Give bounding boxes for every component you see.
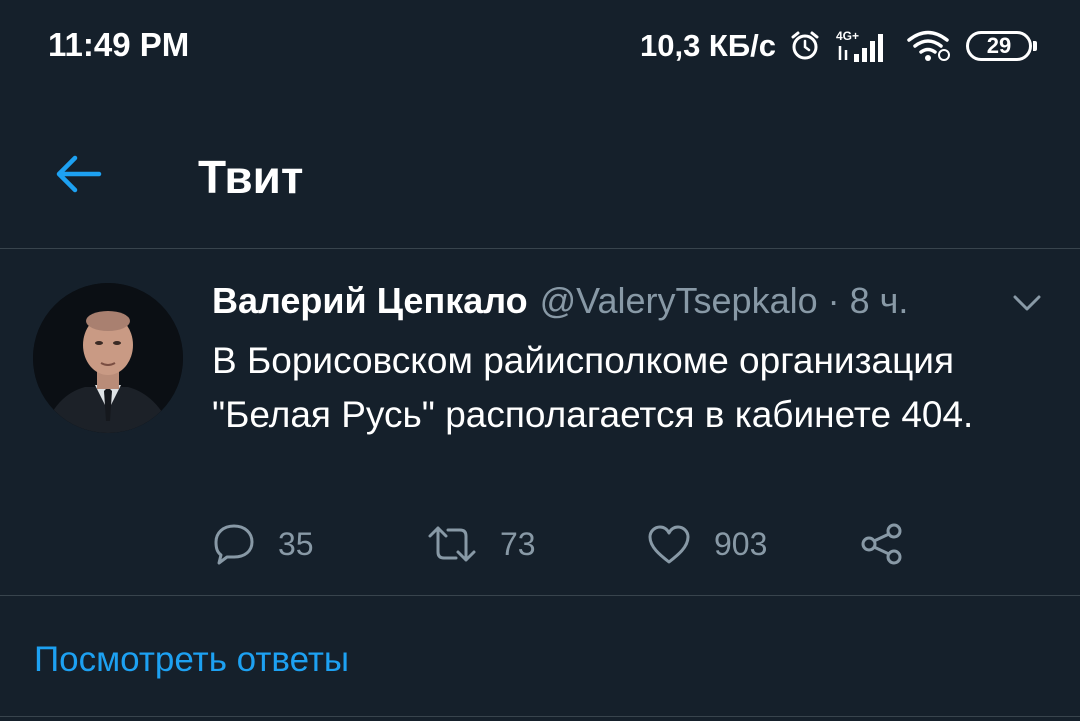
divider (0, 716, 1080, 717)
reply-icon (214, 524, 254, 565)
tweet-actions: 35 73 903 (212, 520, 1032, 568)
retweet-button[interactable]: 73 (426, 520, 536, 568)
signal-icon: 4G+ (834, 28, 892, 64)
avatar[interactable] (33, 283, 183, 433)
share-button[interactable] (860, 520, 904, 568)
arrow-left-icon (56, 155, 102, 193)
author-name[interactable]: Валерий Цепкало (212, 280, 528, 322)
tweet-text: В Борисовском райисполкоме организация "… (212, 340, 974, 435)
page-title: Твит (198, 151, 304, 203)
back-button[interactable] (40, 144, 116, 204)
like-button[interactable]: 903 (646, 520, 767, 568)
separator-dot: · (827, 280, 840, 321)
battery-icon: 29 (966, 31, 1037, 61)
like-count: 903 (714, 525, 768, 562)
reply-button[interactable]: 35 (212, 520, 314, 568)
tweet-card: Валерий Цепкало @ValeryTsepkalo · 8 ч. В… (0, 250, 1080, 596)
status-indicators: 10,3 КБ/с 4G+ 29 (639, 26, 1037, 66)
share-icon (861, 523, 902, 565)
tweet-header: Валерий Цепкало @ValeryTsepkalo · 8 ч. (212, 280, 1032, 322)
avatar-image (33, 283, 183, 433)
status-bar: 11:49 PM 10,3 КБ/с 4G+ 29 (0, 0, 1080, 92)
battery-level: 29 (986, 33, 1012, 58)
wifi-icon (906, 29, 952, 63)
tweet-timestamp[interactable]: 8 ч. (850, 280, 909, 322)
network-speed: 10,3 КБ/с (639, 28, 776, 63)
network-type: 4G+ (836, 29, 859, 43)
author-handle[interactable]: @ValeryTsepkalo (540, 280, 818, 322)
tweet-menu-button[interactable] (1006, 288, 1048, 318)
retweet-icon (428, 526, 476, 562)
status-time: 11:49 PM (48, 26, 190, 63)
chevron-down-icon (1013, 295, 1041, 311)
view-replies-link[interactable]: Посмотреть ответы (34, 640, 349, 680)
alarm-icon (790, 30, 820, 62)
heart-icon (648, 525, 690, 564)
retweet-count: 73 (500, 525, 536, 562)
app-header: Твит (0, 92, 1080, 249)
reply-count: 35 (278, 525, 314, 562)
